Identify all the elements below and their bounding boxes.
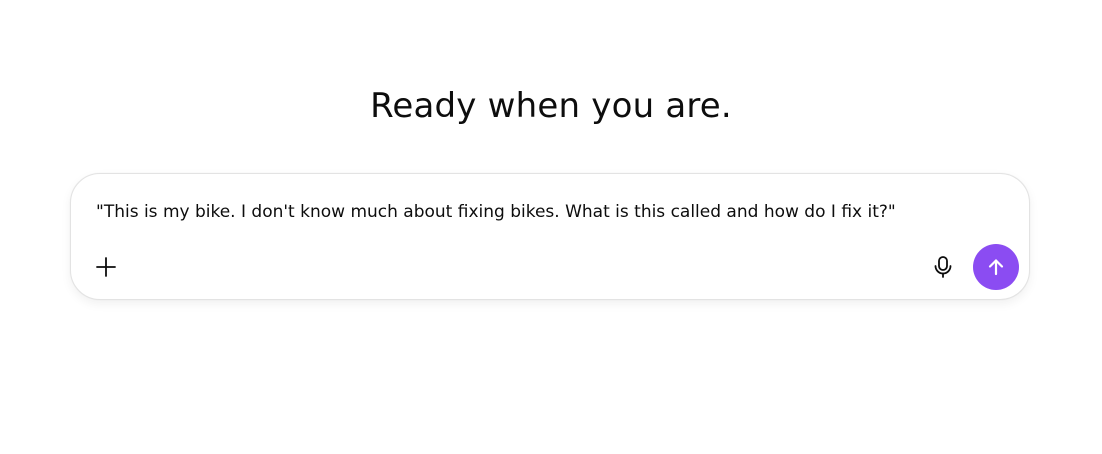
add-attachment-button[interactable] (91, 252, 121, 282)
send-button[interactable] (973, 244, 1019, 290)
arrow-up-icon (986, 257, 1006, 277)
prompt-input[interactable]: "This is my bike. I don't know much abou… (96, 200, 996, 224)
voice-input-button[interactable] (928, 252, 958, 282)
chat-home: Ready when you are. "This is my bike. I … (0, 0, 1102, 454)
page-title: Ready when you are. (370, 86, 732, 126)
prompt-composer[interactable]: "This is my bike. I don't know much abou… (70, 173, 1030, 300)
microphone-icon (933, 255, 953, 279)
plus-icon (95, 256, 117, 278)
